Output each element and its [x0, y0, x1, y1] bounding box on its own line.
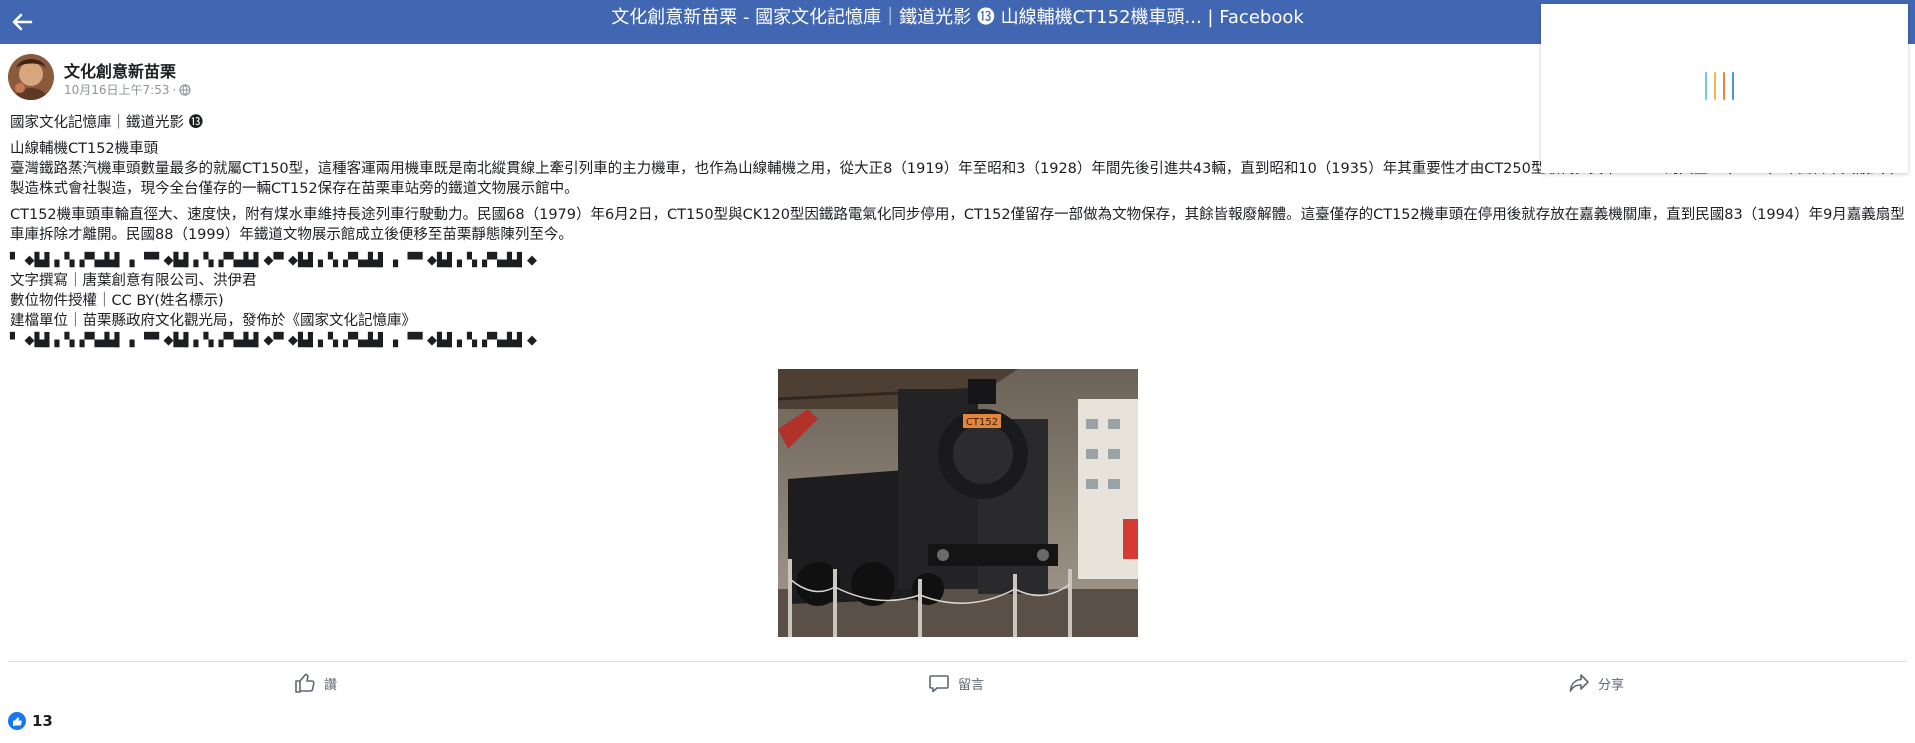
post-paragraph: CT152機車頭車輪直徑大、速度快，附有煤水車維持長途列車行駛動力。民國68（1…	[10, 207, 1905, 243]
post-meta: 10月16日上午7:53 ·	[64, 81, 191, 98]
thumbs-up-icon	[295, 673, 315, 693]
comment-icon	[929, 675, 949, 693]
post-credit: 建檔單位｜苗栗縣政府文化觀光局，發佈於《國家文化記憶庫》	[10, 313, 416, 329]
avatar[interactable]	[8, 54, 54, 100]
page-name-link[interactable]: 文化創意新苗栗	[64, 58, 176, 82]
like-label: 讚	[324, 677, 338, 693]
post-divider: ▘ ◆▙▌▖▚▗▀▄▙▌▗ ▝▀ ◆▙▌▖▚▗▀▄▙▌◆▀ ◆▙▌▖▚▗▀▄▙▌…	[10, 333, 538, 348]
loading-spinner-icon	[1705, 72, 1735, 100]
share-icon	[1569, 674, 1589, 692]
like-button[interactable]: 讚	[294, 670, 337, 696]
share-button[interactable]: 分享	[1568, 670, 1624, 696]
post-photo[interactable]: CT152	[778, 369, 1138, 637]
comment-button[interactable]: 留言	[928, 670, 984, 696]
reaction-count: 13	[32, 712, 53, 730]
like-reaction-icon	[8, 712, 26, 730]
post-credit: 數位物件授權｜CC BY(姓名標示)	[10, 293, 224, 309]
globe-icon[interactable]	[179, 83, 191, 96]
reaction-summary[interactable]: 13	[8, 710, 53, 732]
post-divider: ▘ ◆▙▌▖▚▗▀▄▙▌▗ ▝▀ ◆▙▌▖▚▗▀▄▙▌◆▀ ◆▙▌▖▚▗▀▄▙▌…	[10, 253, 538, 268]
share-label: 分享	[1598, 677, 1625, 693]
comment-label: 留言	[958, 677, 985, 693]
meta-separator: ·	[172, 82, 177, 97]
post-credit: 文字撰寫｜唐葉創意有限公司、洪伊君	[10, 273, 257, 289]
post-action-bar: 讚 留言 分享	[8, 661, 1907, 701]
post-timestamp[interactable]: 10月16日上午7:53	[64, 81, 170, 98]
svg-text:CT152: CT152	[966, 417, 998, 428]
